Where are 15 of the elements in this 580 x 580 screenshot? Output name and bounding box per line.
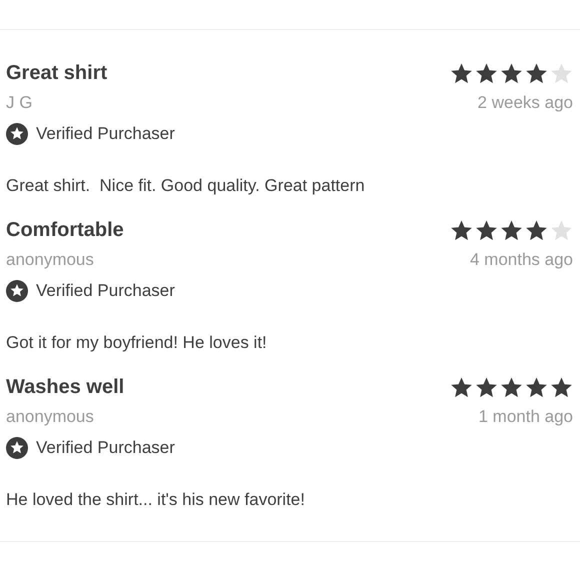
verified-label: Verified Purchaser [36,124,175,144]
review-text: Great shirt. Nice fit. Good quality. Great pattern [6,175,366,197]
review-text: He loved the shirt... it's his new favorite! [6,489,306,511]
verified-label: Verified Purchaser [36,438,175,458]
author-name: anonymous [6,407,94,427]
review-time: 1 month ago [478,407,573,427]
review-title: Washes well [6,376,124,398]
verified-label: Verified Purchaser [36,280,175,300]
review-text: Got it for my boyfriend! He loves it! [6,332,268,354]
author-name: J G [6,93,32,113]
review-time: 2 weeks ago [478,93,573,113]
review-title: Great shirt [6,62,108,84]
author-name: anonymous [6,250,94,270]
review-title: Comfortable [6,218,124,242]
review-time: 4 months ago [470,250,573,270]
